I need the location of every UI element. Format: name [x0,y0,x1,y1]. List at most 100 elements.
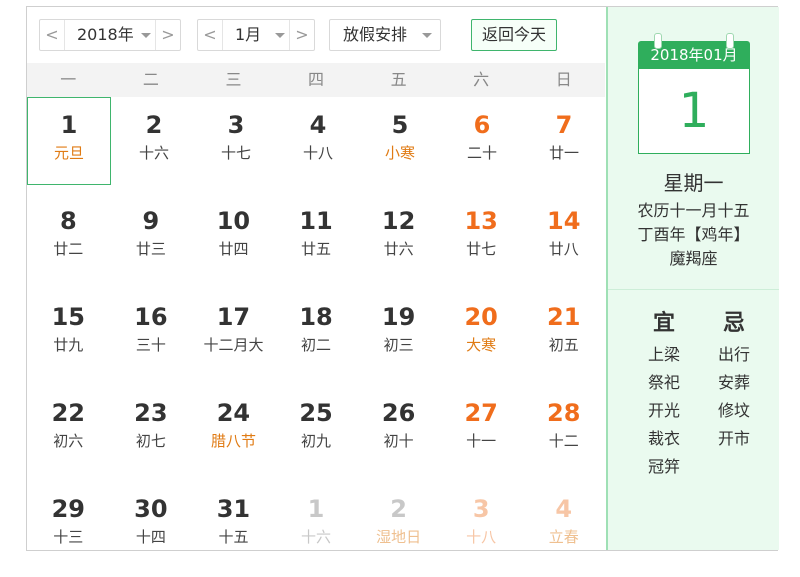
lunar-day-label: 湿地日 [376,528,422,546]
calendar-grid: 1 元旦 2 十六 3 十七 4 十八 5 小寒 6 二十 7 廿一 8 廿二 9 廿三 10 廿四 11 廿五 12 廿六 1… [27,97,605,577]
calendar-day-cell[interactable]: 1 十六 [275,481,358,577]
calendar-day-cell[interactable]: 24 腊八节 [192,385,275,481]
lunar-day-label: 廿三 [135,240,166,258]
date-icon-body: 1 [638,69,750,154]
calendar-day-cell[interactable]: 21 初五 [522,289,605,385]
lunar-day-label: 初七 [135,432,166,450]
calendar-day-cell[interactable]: 2 湿地日 [357,481,440,577]
lunar-day-label: 二十 [466,144,497,162]
lunar-day-label: 三十 [135,336,166,354]
calendar-day-cell[interactable]: 19 初三 [357,289,440,385]
calendar-day-cell[interactable]: 26 初十 [357,385,440,481]
zodiac-sign: 魔羯座 [669,249,718,268]
calendar-day-cell[interactable]: 3 十八 [440,481,523,577]
lunar-day-label: 廿四 [218,240,249,258]
weekday-label: 四 [308,70,325,89]
day-number: 18 [299,303,333,331]
selected-weekday: 星期一 [663,171,724,195]
weekday-label: 一 [60,70,77,89]
calendar-day-cell[interactable]: 8 廿二 [27,193,110,289]
calendar-day-cell[interactable]: 25 初九 [275,385,358,481]
chevron-down-icon [422,33,432,38]
lunar-day-label: 元旦 [53,144,84,162]
calendar-day-cell[interactable]: 30 十四 [110,481,193,577]
weekday-label: 三 [225,70,242,89]
day-number: 1 [307,495,325,523]
prev-month-button[interactable]: < [198,20,223,50]
calendar-day-cell[interactable]: 17 十二月大 [192,289,275,385]
lunar-day-label: 十一 [466,432,497,450]
calendar-day-cell[interactable]: 10 廿四 [192,193,275,289]
day-number: 24 [216,399,251,427]
calendar-day-cell[interactable]: 16 三十 [110,289,193,385]
calendar-day-cell[interactable]: 28 十二 [522,385,605,481]
day-number: 22 [51,399,85,427]
lunar-day-label: 小寒 [384,144,415,162]
calendar-week-row: 15 廿九 16 三十 17 十二月大 18 初二 19 初三 20 大寒 21 初五 [27,289,605,385]
auspicious-item: 上梁 [647,345,680,364]
binder-ring-icon [654,33,662,49]
calendar-day-cell[interactable]: 15 廿九 [27,289,110,385]
lunar-day-label: 十七 [220,144,251,162]
calendar-day-cell[interactable]: 4 十八 [277,97,359,193]
lunar-date: 农历十一月十五 [637,201,750,220]
auspicious-item: 冠笄 [647,457,680,476]
calendar-day-cell[interactable]: 3 十七 [195,97,277,193]
calendar-day-cell[interactable]: 9 廿三 [110,193,193,289]
day-number: 29 [51,495,85,523]
inauspicious-item: 出行 [717,345,750,364]
calendar-day-cell[interactable]: 18 初二 [275,289,358,385]
calendar-day-cell[interactable]: 2 十六 [113,97,195,193]
prev-year-button[interactable]: < [40,20,65,50]
day-number: 2 [390,495,407,523]
day-number: 4 [555,495,573,523]
inauspicious-title: 忌 [722,311,745,336]
lunar-day-label: 十二 [548,432,579,450]
calendar-day-cell[interactable]: 4 立春 [522,481,605,577]
calendar-day-cell[interactable]: 7 廿一 [523,97,605,193]
lunar-day-label: 廿五 [301,240,332,258]
day-number: 1 [60,111,78,139]
calendar-day-cell[interactable]: 5 小寒 [359,97,441,193]
day-number: 27 [464,399,498,427]
auspicious-item: 开光 [647,401,680,420]
day-number: 16 [134,303,168,331]
weekday-label: 五 [390,70,407,89]
calendar-week-row: 22 初六 23 初七 24 腊八节 25 初九 26 初十 27 十一 28 十二 [27,385,605,481]
ganzhi-year: 丁酉年【鸡年】 [637,225,750,244]
day-number: 2 [145,111,163,139]
calendar-day-cell[interactable]: 22 初六 [27,385,110,481]
calendar-day-cell[interactable]: 23 初七 [110,385,193,481]
lunar-day-label: 初三 [383,336,414,354]
lunar-day-label: 廿二 [53,240,84,258]
calendar-day-cell[interactable]: 13 廿七 [440,193,523,289]
lunar-day-label: 十八 [466,528,497,546]
binder-ring-icon [726,33,734,49]
chevron-down-icon [141,33,151,38]
holiday-label: 放假安排 [343,25,408,44]
calendar-day-cell[interactable]: 6 二十 [441,97,523,193]
lunar-day-label: 初九 [301,432,332,450]
holiday-dropdown[interactable]: 放假安排 [329,19,441,51]
lunar-day-label: 初六 [53,432,84,450]
lunar-day-label: 廿六 [383,240,414,258]
calendar-day-cell[interactable]: 31 十五 [192,481,275,577]
calendar-day-cell[interactable]: 20 大寒 [440,289,523,385]
next-year-button[interactable]: > [155,20,180,50]
calendar-day-cell[interactable]: 29 十三 [27,481,110,577]
day-number: 8 [59,207,77,235]
day-number: 4 [309,111,327,139]
back-to-today-button[interactable]: 返回今天 [471,19,557,51]
calendar-day-cell[interactable]: 11 廿五 [275,193,358,289]
calendar-day-cell[interactable]: 27 十一 [440,385,523,481]
auspicious-item: 祭祀 [647,373,680,392]
year-dropdown[interactable]: 2018年 [65,20,157,50]
month-dropdown[interactable]: 1月 [223,20,291,50]
calendar-week-row: 1 元旦 2 十六 3 十七 4 十八 5 小寒 6 二十 7 廿一 [27,97,605,193]
inauspicious-item: 修坟 [717,401,750,420]
calendar-day-cell[interactable]: 1 元旦 [27,97,111,185]
next-month-button[interactable]: > [289,20,314,50]
calendar-day-cell[interactable]: 12 廿六 [357,193,440,289]
calendar-week-row: 8 廿二 9 廿三 10 廿四 11 廿五 12 廿六 13 廿七 14 廿八 [27,193,605,289]
calendar-day-cell[interactable]: 14 廿八 [522,193,605,289]
